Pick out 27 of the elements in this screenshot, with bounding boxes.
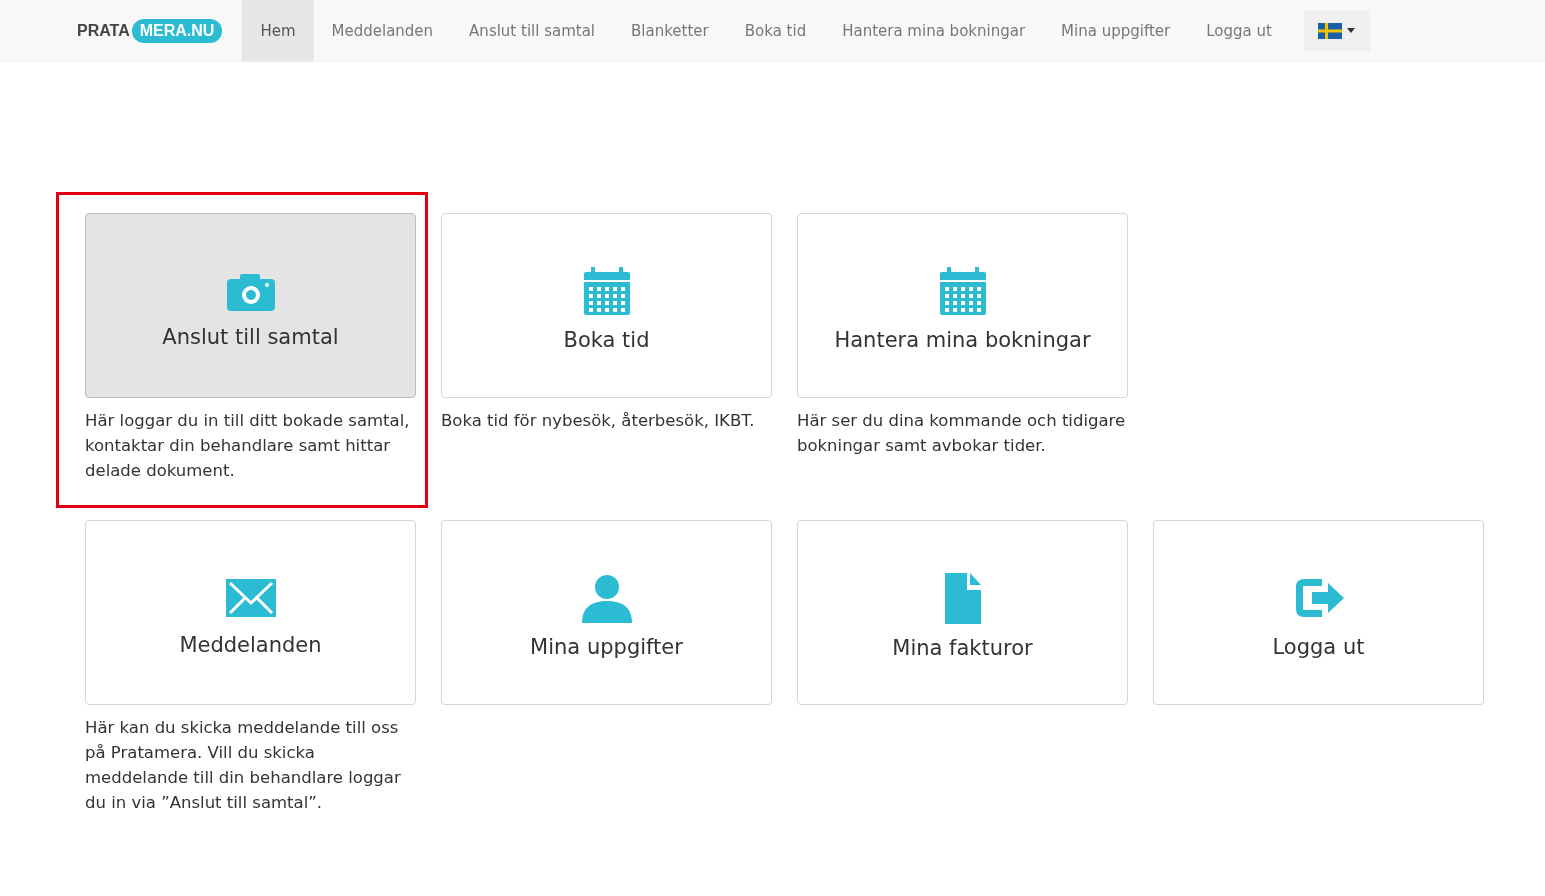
nav-link[interactable]: Meddelanden xyxy=(313,0,452,61)
flag-icon xyxy=(1318,22,1343,39)
tile-description: Boka tid för nybesök, återbesök, IKBT. xyxy=(441,410,756,432)
nav-link[interactable]: Mina uppgifter xyxy=(1043,0,1189,61)
calendar-icon xyxy=(938,265,987,316)
nav-link[interactable]: Boka tid xyxy=(726,0,825,61)
logo[interactable]: PRATA MERA.NU xyxy=(77,0,223,61)
document-icon xyxy=(942,571,983,624)
tile-card[interactable]: Mina uppgifter xyxy=(441,520,772,705)
nav-link[interactable]: Anslut till samtal xyxy=(451,0,614,61)
tile-description: Här kan du skicka meddelande till oss på Pratamera. Vill du skicka meddelande till din behandlare loggar du in via ”Anslut till samtal”. xyxy=(85,717,402,814)
tile-card[interactable]: Anslut till samtal xyxy=(85,213,416,398)
tile-card[interactable]: Mina fakturor xyxy=(797,520,1128,705)
tile-card[interactable]: Hantera mina bokningar xyxy=(797,213,1128,398)
language-dropdown[interactable] xyxy=(1303,10,1370,51)
nav-link[interactable]: Logga ut xyxy=(1188,0,1290,61)
tile-card[interactable]: Logga ut xyxy=(1153,520,1484,705)
user-icon xyxy=(580,572,633,623)
nav-link[interactable]: Hem xyxy=(242,0,314,61)
nav-link[interactable]: Blanketter xyxy=(613,0,727,61)
caret-icon xyxy=(1347,28,1356,33)
nav-link[interactable]: Hantera mina bokningar xyxy=(824,0,1044,61)
calendar-icon xyxy=(582,265,631,316)
tile-description: Här loggar du in till ditt bokade samtal, kontaktar din behandlare samt hittar delade dokument. xyxy=(85,410,411,482)
tile-card[interactable]: Boka tid xyxy=(441,213,772,398)
tile-card[interactable]: Meddelanden xyxy=(85,520,416,705)
tile-description: Här ser du dina kommande och tidigare bokningar samt avbokar tider. xyxy=(797,410,1127,457)
